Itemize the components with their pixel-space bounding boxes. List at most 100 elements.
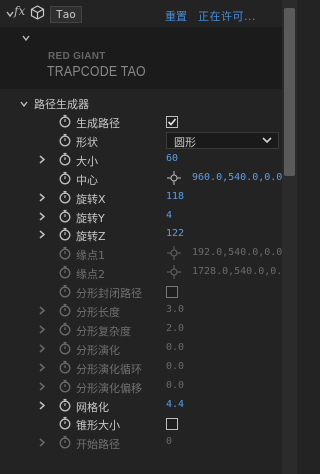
stopwatch-icon[interactable]: [58, 227, 72, 241]
stopwatch-icon[interactable]: [58, 246, 72, 260]
stopwatch-icon[interactable]: [58, 190, 72, 204]
chevron-right-icon[interactable]: [38, 362, 46, 375]
stopwatch-icon[interactable]: [58, 133, 72, 147]
param-row: 旋转X 118: [0, 188, 282, 206]
param-row: 大小 60: [0, 150, 282, 168]
chevron-right-icon[interactable]: [38, 343, 46, 356]
stopwatch-icon[interactable]: [58, 303, 72, 317]
dropdown-value: 圆形: [174, 135, 196, 149]
crosshair-icon[interactable]: [166, 170, 182, 186]
param-checkbox[interactable]: [166, 286, 178, 299]
param-row: 分形复杂度 2.0: [0, 320, 282, 338]
param-label: 开始路径: [76, 438, 120, 452]
stopwatch-icon[interactable]: [58, 171, 72, 185]
chevron-right-icon[interactable]: [38, 211, 46, 224]
param-label: 网格化: [76, 400, 109, 414]
param-row: 分形演化循环 0.0: [0, 358, 282, 376]
chevron-right-icon[interactable]: [38, 324, 46, 337]
param-row: 中心 960.0,540.0,0.0: [0, 169, 282, 187]
group-label: 路径生成器: [34, 98, 89, 111]
license-link[interactable]: 正在许可...: [198, 8, 256, 24]
param-label: 分形演化偏移: [76, 381, 142, 395]
param-label: 分形长度: [76, 306, 120, 319]
param-value[interactable]: 2.0: [166, 323, 184, 334]
chevron-down-icon[interactable]: [22, 32, 30, 45]
stopwatch-icon[interactable]: [58, 416, 72, 430]
stopwatch-icon[interactable]: [58, 341, 72, 355]
param-label: 旋转Z: [76, 230, 106, 244]
param-value[interactable]: 4.4: [166, 399, 184, 410]
fx-toggle-icon[interactable]: fx: [14, 4, 25, 18]
stopwatch-icon[interactable]: [58, 435, 72, 449]
param-label: 分形复杂度: [76, 324, 131, 338]
stopwatch-icon[interactable]: [58, 284, 72, 298]
crosshair-icon[interactable]: [166, 245, 182, 261]
param-label: 形状: [76, 135, 98, 149]
stopwatch-icon[interactable]: [58, 360, 72, 374]
crosshair-icon[interactable]: [166, 264, 182, 280]
param-row: 分形封闭路径: [0, 282, 282, 300]
param-row: 旋转Y 4: [0, 207, 282, 225]
param-row: 缘点1 192.0,540.0,0.0: [0, 244, 282, 262]
effect-header: fx Tao 重置 正在许可...: [0, 0, 297, 27]
stopwatch-icon[interactable]: [58, 152, 72, 166]
param-label: 生成路径: [76, 117, 120, 130]
param-value[interactable]: 60: [166, 153, 178, 164]
param-label: 分形演化: [76, 343, 120, 357]
chevron-right-icon[interactable]: [38, 229, 46, 242]
param-row: 开始路径 0: [0, 433, 282, 451]
param-value[interactable]: 0.0: [166, 380, 184, 391]
vertical-scrollbar[interactable]: [282, 0, 297, 474]
point-value[interactable]: 960.0,540.0,0.0: [192, 172, 282, 183]
param-label: 分形封闭路径: [76, 287, 142, 301]
point-value[interactable]: 192.0,540.0,0.0: [192, 247, 282, 258]
chevron-right-icon[interactable]: [38, 437, 46, 450]
stopwatch-icon[interactable]: [58, 398, 72, 412]
param-value[interactable]: 0.0: [166, 361, 184, 372]
scrollbar-thumb[interactable]: [284, 8, 295, 176]
chevron-right-icon[interactable]: [38, 381, 46, 394]
chevron-right-icon[interactable]: [38, 154, 46, 167]
reset-link[interactable]: 重置: [165, 8, 187, 24]
param-label: 分形演化循环: [76, 362, 142, 376]
param-checkbox[interactable]: [166, 418, 178, 431]
chevron-right-icon[interactable]: [38, 192, 46, 205]
chevron-down-icon[interactable]: [20, 98, 28, 111]
param-value[interactable]: 122: [166, 228, 184, 239]
chevron-down-icon[interactable]: [6, 8, 14, 21]
param-row: 网格化 4.4: [0, 396, 282, 414]
point-value[interactable]: 1728.0,540.0,0.0: [192, 266, 288, 277]
stopwatch-icon[interactable]: [58, 379, 72, 393]
param-row: 旋转Z 122: [0, 225, 282, 243]
chevron-right-icon[interactable]: [38, 305, 46, 318]
param-row: 锥形大小: [0, 414, 282, 432]
param-row: 缘点2 1728.0,540.0,0.0: [0, 263, 288, 282]
stopwatch-icon[interactable]: [58, 209, 72, 223]
effect-name-tag: Tao: [50, 6, 82, 23]
chevron-down-icon: [262, 137, 272, 144]
param-value[interactable]: 0.0: [166, 342, 184, 353]
path-generator-group[interactable]: 路径生成器: [0, 94, 282, 111]
param-value[interactable]: 4: [166, 210, 172, 221]
product-text: TRAPCODE TAO: [47, 63, 146, 80]
param-value[interactable]: 118: [166, 191, 184, 202]
stopwatch-icon[interactable]: [58, 265, 72, 279]
stopwatch-icon[interactable]: [58, 114, 72, 128]
param-checkbox[interactable]: [166, 116, 178, 128]
param-label: 大小: [76, 154, 98, 168]
param-row: 分形演化 0.0: [0, 339, 282, 357]
param-label: 缘点1: [76, 249, 105, 263]
param-row: 分形长度 3.0: [0, 301, 282, 319]
param-label: 旋转X: [76, 192, 106, 206]
param-row: 形状 圆形: [0, 131, 282, 149]
brand-text: RED GIANT: [48, 51, 106, 62]
cube-icon[interactable]: [30, 5, 45, 23]
param-value[interactable]: 0: [166, 436, 172, 447]
param-label: 旋转Y: [76, 211, 105, 225]
param-label: 锥形大小: [76, 419, 120, 433]
chevron-right-icon[interactable]: [38, 400, 46, 413]
param-value[interactable]: 3.0: [166, 304, 184, 315]
param-label: 缘点2: [76, 268, 105, 282]
stopwatch-icon[interactable]: [58, 322, 72, 336]
shape-dropdown[interactable]: 圆形: [166, 131, 279, 149]
